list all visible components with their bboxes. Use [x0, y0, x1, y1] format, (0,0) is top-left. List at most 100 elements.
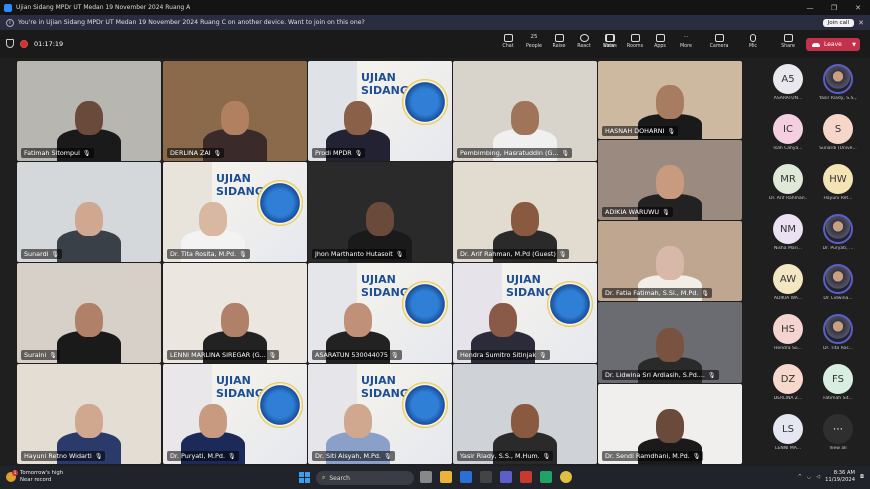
roster-participant[interactable]: S Sunardi (Unive... — [819, 114, 857, 151]
chevron-down-icon[interactable]: ▼ — [852, 42, 856, 48]
file-explorer-icon[interactable] — [440, 471, 452, 483]
apps-button[interactable]: Apps — [648, 34, 672, 49]
rooms-icon — [630, 34, 640, 42]
participant-face — [489, 303, 517, 337]
roster-participant[interactable]: AW ADIKIA WA... — [769, 264, 807, 301]
notification-icon[interactable]: ◘ — [860, 474, 864, 480]
taskview-icon[interactable] — [420, 471, 432, 483]
video-tile[interactable]: Hayuni Retno Widarti 🎙︎ — [17, 364, 161, 464]
video-tile[interactable]: UJIAN SIDANG Prodi MPDR 🎙︎ — [308, 61, 452, 161]
avatar: ⋯ — [823, 414, 853, 444]
roster-participant[interactable]: A5 ASARATUN... — [769, 64, 807, 101]
excel-icon[interactable] — [540, 471, 552, 483]
view-button[interactable]: View — [597, 34, 621, 49]
start-button[interactable] — [299, 472, 310, 483]
video-tile[interactable]: DERLINA ZAI 🎙︎ — [163, 61, 307, 161]
video-tile[interactable]: Dr. Fatia Fatimah, S.Si., M.Pd. 🎙︎ — [598, 221, 742, 301]
roster-participant[interactable]: LS LENNI MA... — [769, 414, 807, 451]
video-tile[interactable]: Sunardi 🎙︎ — [17, 162, 161, 262]
chat-button[interactable]: Chat — [496, 34, 520, 49]
roster-participant[interactable]: NM Nisha Mari... — [769, 214, 807, 251]
taskbar-search[interactable]: ⌕ Search — [316, 471, 414, 485]
video-tile[interactable]: Fatimah Sitompul 🎙︎ — [17, 61, 161, 161]
roster-name: Sunardi (Unive... — [819, 146, 857, 151]
roster-participant[interactable]: IC Isah Cahya... — [769, 114, 807, 151]
roster-participant[interactable]: FS Fatimah Sit... — [819, 364, 857, 401]
university-logo — [402, 382, 448, 428]
roster-participant[interactable]: Dr. Puryati, ... — [819, 214, 857, 251]
rooms-button[interactable]: Rooms — [623, 34, 647, 49]
roster-name: Dr. Puryati, ... — [822, 246, 854, 251]
participant-face — [656, 409, 684, 444]
people-button[interactable]: 25 People — [522, 34, 546, 49]
dismiss-notice-button[interactable]: ✕ — [858, 19, 864, 27]
roster-participant[interactable]: DZ DERLINA Z... — [769, 364, 807, 401]
roster-participant[interactable]: Dr. Lidwina... — [819, 264, 857, 301]
slide-title: UJIAN SIDANG — [360, 374, 409, 400]
roster-participant[interactable]: MR Dr. Arif Rahman... — [769, 164, 807, 201]
teams-icon[interactable] — [500, 471, 512, 483]
video-tile[interactable]: Yasir Riady, S.S., M.Hum. 🎙︎ — [453, 364, 597, 464]
roster-name: Yasir Riady, S.S.,... — [819, 96, 857, 101]
mic-muted-icon: 🎙︎ — [692, 452, 701, 460]
video-tile[interactable]: UJIAN SIDANG Hendra Sumitro Sitinjak 🎙︎ — [453, 263, 597, 363]
mic-muted-icon: 🎙︎ — [395, 250, 404, 258]
close-window-button[interactable]: ✕ — [846, 4, 870, 12]
video-tile[interactable]: Dr. Arif Rahman, M.Pd (Guest) 🎙︎ — [453, 162, 597, 262]
roster-participant[interactable]: Dr. Tita Ros... — [819, 314, 857, 351]
store-icon[interactable] — [480, 471, 492, 483]
roster-participant[interactable]: HS Hendra Su... — [769, 314, 807, 351]
raise-hand-button[interactable]: Raise — [547, 34, 571, 49]
clock[interactable]: 8:36 AM 11/19/2024 — [825, 470, 855, 484]
leave-button[interactable]: Leave ▼ — [806, 38, 860, 51]
minimize-button[interactable]: — — [798, 4, 822, 12]
roster-name: ADIKIA WA... — [773, 296, 803, 301]
more-button[interactable]: ⋯ More — [674, 34, 698, 49]
video-tile[interactable]: Jhon Marthanto Hutasoit 🎙︎ — [308, 162, 452, 262]
mic-muted-icon: 🎙︎ — [354, 149, 363, 157]
avatar: S — [823, 114, 853, 144]
window-title: Ujian Sidang MPDr UT Medan 19 November 2… — [16, 4, 191, 11]
maximize-button[interactable]: ❐ — [822, 4, 846, 12]
participant-face — [344, 404, 372, 438]
wifi-icon[interactable]: ◡ — [807, 474, 811, 480]
video-tile[interactable]: Dr. Lidwina Sri Ardiasih, S.Pd.... 🎙︎ — [598, 302, 742, 383]
recording-icon — [20, 39, 28, 48]
participant-name-label: Dr. Lidwina Sri Ardiasih, S.Pd.... 🎙︎ — [602, 370, 719, 380]
react-button[interactable]: React — [572, 34, 596, 49]
video-tile[interactable]: UJIAN SIDANG Dr. Siti Aisyah, M.Pd. 🎙︎ — [308, 364, 452, 464]
pdf-icon[interactable] — [520, 471, 532, 483]
video-tile[interactable]: Suraini 🎙︎ — [17, 263, 161, 363]
share-button[interactable]: Share — [776, 34, 800, 49]
roster-participant[interactable]: HW Hayuni Ret... — [819, 164, 857, 201]
video-tile[interactable]: UJIAN SIDANG Dr. Tita Rosita, M.Pd. 🎙︎ — [163, 162, 307, 262]
university-logo — [257, 180, 303, 226]
video-tile[interactable]: ADIKIA WARUWU 🎙︎ — [598, 140, 742, 220]
video-tile[interactable]: Dr. Sendi Ramdhani, M.Pd. 🎙︎ — [598, 384, 742, 464]
weather-widget[interactable]: 1 Tomorrow's high Near record — [6, 469, 63, 483]
participant-name-label: Yasir Riady, S.S., M.Hum. 🎙︎ — [457, 451, 554, 461]
video-tile[interactable]: HASNAH DOHARNI 🎙︎ — [598, 61, 742, 139]
participant-face — [656, 84, 684, 119]
participant-face — [344, 303, 372, 337]
edge-icon[interactable] — [460, 471, 472, 483]
tray-expand-icon[interactable]: ^ — [798, 474, 802, 480]
mic-button[interactable]: Mic — [741, 34, 765, 49]
roster-participant[interactable]: Yasir Riady, S.S.,... — [819, 64, 857, 101]
volume-icon[interactable]: ◁ — [816, 474, 820, 480]
video-tile[interactable]: Pembimbing, Hasratuddin (G... 🎙︎ — [453, 61, 597, 161]
avatar — [823, 264, 853, 294]
camera-button[interactable]: Camera — [707, 34, 731, 49]
roster-name: Dr. Arif Rahman... — [769, 196, 807, 201]
mic-muted-icon: 🎙︎ — [49, 351, 57, 359]
video-tile[interactable]: LENNI MARLINA SIREGAR (G... 🎙︎ — [163, 263, 307, 363]
participant-name-label: ASARATUN 530044075 🎙︎ — [312, 350, 402, 360]
avatar: LS — [773, 414, 803, 444]
video-tile[interactable]: UJIAN SIDANG ASARATUN 530044075 🎙︎ — [308, 263, 452, 363]
view-all-button[interactable]: ⋯ View all — [819, 414, 857, 451]
avatar: IC — [773, 114, 803, 144]
chrome-icon[interactable] — [560, 471, 572, 483]
video-tile[interactable]: UJIAN SIDANG Dr. Puryati, M.Pd. 🎙︎ — [163, 364, 307, 464]
slide-title: UJIAN SIDANG — [505, 273, 554, 299]
join-call-button[interactable]: Join call — [822, 18, 855, 27]
